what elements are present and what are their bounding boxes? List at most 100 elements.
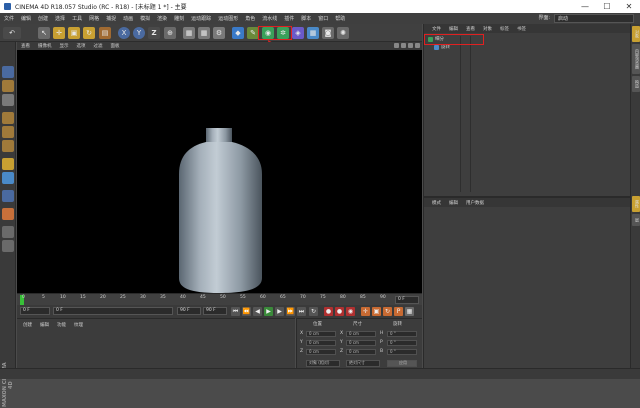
rotation-h-field[interactable]: 0 ° [387,331,417,337]
enable-axis-icon[interactable] [2,158,14,170]
menu-script[interactable]: 脚本 [301,15,311,22]
attr-menu-userdata[interactable]: 用户数据 [466,200,484,206]
x-axis-toggle[interactable]: X [118,27,130,39]
material-menu-texture[interactable]: 纹理 [74,322,83,328]
material-menu-edit[interactable]: 编辑 [40,322,49,328]
coordinate-system-icon[interactable]: ⊕ [164,27,176,39]
maximize-button[interactable]: ☐ [596,0,618,13]
model-mode-icon[interactable] [2,66,14,78]
snap-icon[interactable] [2,208,14,220]
menu-create[interactable]: 创建 [38,15,48,22]
menu-animate[interactable]: 动画 [123,15,133,22]
viewport-menu-display[interactable]: 显示 [60,43,69,49]
menu-help[interactable]: 帮助 [335,15,345,22]
cube-icon[interactable]: ◆ [232,27,244,39]
previous-frame-icon[interactable]: ◀ [253,307,262,316]
render-picture-viewer-icon[interactable]: ▦ [198,27,210,39]
current-frame-field[interactable]: 0 F [53,307,173,315]
previous-key-icon[interactable]: ⏪ [242,307,251,316]
menu-snap[interactable]: 捕捉 [106,15,116,22]
floor-icon[interactable]: ▦ [307,27,319,39]
zoom-view-icon[interactable] [401,43,406,48]
layout-select[interactable]: 启动 [554,14,634,23]
render-settings-icon[interactable]: ⚙ [213,27,225,39]
apply-button[interactable]: 应用 [387,360,417,367]
minimize-button[interactable]: — [574,0,596,13]
rotate-view-icon[interactable] [408,43,413,48]
tab-objects[interactable]: 对象 [632,26,640,42]
size-y-field[interactable]: 0 cm [346,340,376,346]
workplane-icon[interactable] [2,94,14,106]
coord-mode-select[interactable]: 对象 (相对) [306,360,340,367]
record-active-icon[interactable]: ● [324,307,333,316]
viewport-menu-filter[interactable]: 过滤 [94,43,103,49]
move-view-icon[interactable] [394,43,399,48]
tab-attributes[interactable]: 属性 [632,196,640,212]
recent-tools-icon[interactable]: ▤ [99,27,111,39]
tab-content-browser[interactable]: 内容浏览器 [632,44,640,74]
menu-plugins[interactable]: 插件 [284,15,294,22]
points-mode-icon[interactable] [2,112,14,124]
material-menu-function[interactable]: 功能 [57,322,66,328]
rotation-p-field[interactable]: 0 ° [387,340,417,346]
end-frame-field[interactable]: 90 F [177,307,201,315]
texture-mode-icon[interactable] [2,80,14,92]
rotation-b-field[interactable]: 0 ° [387,349,417,355]
obj-menu-objects[interactable]: 对象 [483,26,492,32]
obj-menu-edit[interactable]: 编辑 [449,26,458,32]
rotation-key-icon[interactable]: ↻ [383,307,392,316]
material-menu-create[interactable]: 创建 [23,322,32,328]
attr-menu-mode[interactable]: 模式 [432,200,441,206]
start-frame-field[interactable]: 0 F [20,307,50,315]
timeline-ruler[interactable]: 0 5 10 15 20 25 30 35 40 45 50 55 60 65 … [17,293,422,305]
toggle-view-icon[interactable] [415,43,420,48]
obj-menu-bookmarks[interactable]: 书签 [517,26,526,32]
position-y-field[interactable]: 0 cm [306,340,336,346]
menu-character[interactable]: 角色 [245,15,255,22]
scale-icon[interactable]: ▣ [68,27,80,39]
position-z-field[interactable]: 0 cm [306,349,336,355]
viewport-menu-cameras[interactable]: 摄像机 [38,43,52,49]
live-select-icon[interactable]: ↖ [38,27,50,39]
attr-menu-edit[interactable]: 编辑 [449,200,458,206]
viewport[interactable] [17,50,422,293]
polygons-mode-icon[interactable] [2,140,14,152]
z-axis-toggle[interactable]: Z [148,27,160,39]
tab-layers[interactable]: 层 [632,214,640,226]
edges-mode-icon[interactable] [2,126,14,138]
rotate-icon[interactable]: ↻ [83,27,95,39]
close-button[interactable]: ✕ [618,0,640,13]
render-view-icon[interactable]: ▦ [183,27,195,39]
tweak-icon[interactable] [2,172,14,184]
tab-structure[interactable]: 构造 [632,76,640,92]
timeline-current-frame[interactable]: 0 F [395,296,419,304]
planar-workplane-icon[interactable] [2,240,14,252]
menu-sculpt[interactable]: 雕刻 [174,15,184,22]
move-icon[interactable]: ✛ [53,27,65,39]
menu-pipeline[interactable]: 流水线 [262,15,277,22]
workplane-lock-icon[interactable] [2,226,14,238]
next-key-icon[interactable]: ⏩ [286,307,295,316]
autokey-icon[interactable]: ● [335,307,344,316]
light-icon[interactable]: ✺ [337,27,349,39]
menu-tools[interactable]: 工具 [72,15,82,22]
position-key-icon[interactable]: ✛ [361,307,370,316]
obj-menu-file[interactable]: 文件 [432,26,441,32]
obj-menu-tags[interactable]: 标签 [500,26,509,32]
size-mode-select[interactable]: 绝对尺寸 [346,360,380,367]
menu-mograph[interactable]: 运动图形 [218,15,238,22]
menu-edit[interactable]: 编辑 [21,15,31,22]
loop-icon[interactable]: ↻ [309,307,318,316]
scale-key-icon[interactable]: ▣ [372,307,381,316]
y-axis-toggle[interactable]: Y [133,27,145,39]
soft-selection-icon[interactable] [2,190,14,202]
max-frame-field[interactable]: 90 F [203,307,227,315]
menu-mesh[interactable]: 网格 [89,15,99,22]
go-to-end-icon[interactable]: ⏭ [297,307,306,316]
viewport-menu-options[interactable]: 选项 [77,43,86,49]
undo-icon[interactable]: ↶ [3,27,21,39]
next-frame-icon[interactable]: ▶ [275,307,284,316]
deformer-icon[interactable]: ◈ [292,27,304,39]
go-to-start-icon[interactable]: ⏮ [231,307,240,316]
menu-render[interactable]: 渲染 [157,15,167,22]
